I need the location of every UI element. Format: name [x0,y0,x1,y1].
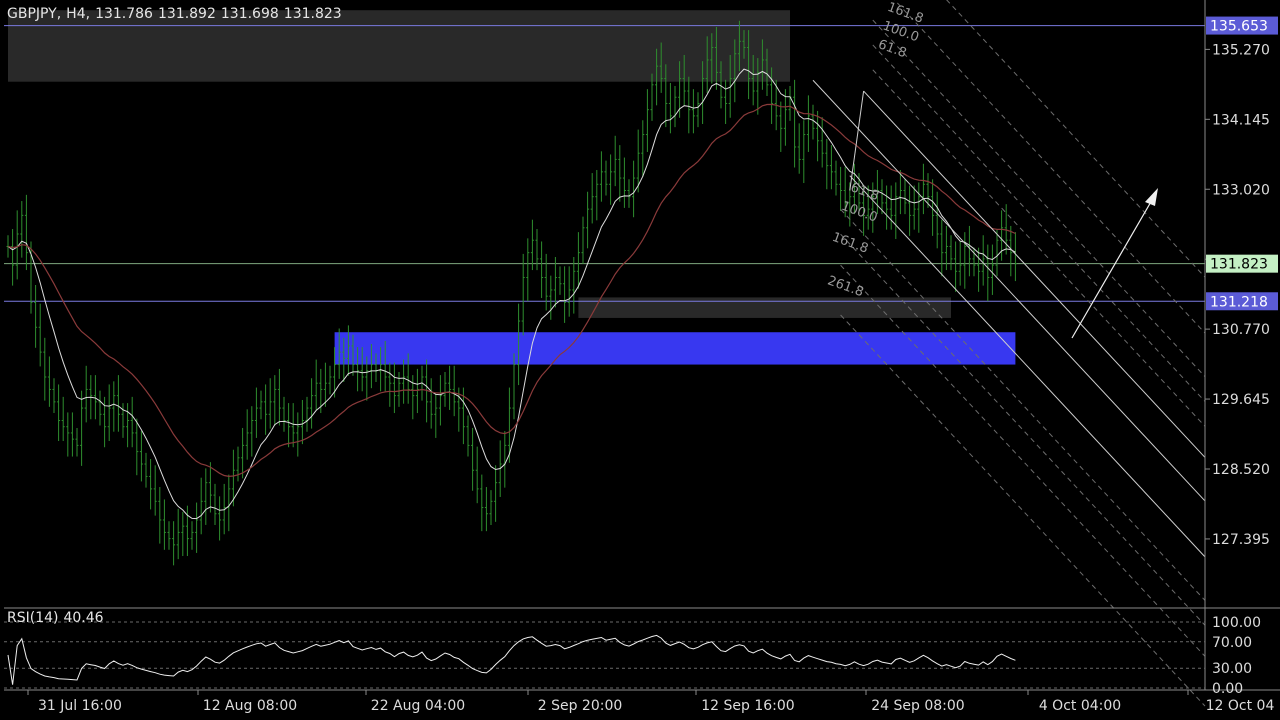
x-tick-label: 31 Jul 16:00 [38,698,122,714]
rsi-tick-label: 30.00 [1212,661,1252,677]
low-price: 131.698 [220,6,279,22]
y-tick-label: 130.770 [1212,322,1270,338]
symbol-label: GBPJPY, [7,6,62,22]
chart-header: GBPJPY, H4, 131.786 131.892 131.698 131.823 [7,6,347,22]
fib-label: 261.8 [825,273,865,300]
open-price: 131.786 [95,6,153,22]
x-tick-label: 12 Oct 04 [1206,698,1275,714]
channel-upper-line [863,90,1206,458]
price-line-label: 135.653 [1210,19,1268,35]
ma-fast-line [7,68,1016,520]
fib-line-lower [840,233,1206,626]
fib-line-upper [893,0,1206,334]
close-price: 131.823 [283,6,342,22]
channel-connector [849,90,865,191]
rsi-header: RSI(14) 40.46 [7,610,109,626]
x-tick-label: 24 Sep 08:00 [871,698,964,714]
y-tick-label: 133.020 [1212,182,1270,198]
channel-mid-line [812,79,1206,502]
fib-line-lower [840,314,1206,707]
projection-arrow-line [1071,199,1153,339]
projection-arrow-head [1145,188,1158,206]
price-chart[interactable]: 161.8100.061.861.8100.0161.8261.8135.270… [0,0,1280,720]
rsi-line [7,634,1016,685]
fib-line-lower [840,264,1206,657]
rsi-value: 40.46 [63,610,104,626]
x-tick-label: 4 Oct 04:00 [1039,698,1121,714]
rsi-tick-label: 70.00 [1212,635,1252,651]
y-tick-label: 135.270 [1212,42,1270,58]
fib-label: 61.8 [848,180,880,204]
y-tick-label: 127.395 [1212,532,1270,548]
x-tick-label: 12 Aug 08:00 [203,698,297,714]
fib-line-upper [946,0,1206,278]
price-line-label: 131.218 [1210,294,1268,310]
zone-demand [334,332,1016,365]
rsi-tick-label: 0.00 [1212,681,1243,697]
timeframe-label: H4, [66,6,91,22]
rsi-tick-label: 100.00 [1212,615,1261,631]
current-price-label: 131.823 [1210,257,1268,273]
fib-line-upper [872,69,1206,427]
y-tick-label: 129.645 [1212,392,1270,408]
y-tick-label: 134.145 [1212,112,1270,128]
x-tick-label: 22 Aug 04:00 [371,698,465,714]
high-price: 131.892 [157,6,216,22]
fib-label: 161.8 [830,230,870,257]
ma-slow-line [7,103,1016,478]
zone-gray [578,297,951,318]
x-tick-label: 12 Sep 16:00 [701,698,794,714]
y-tick-label: 128.520 [1212,462,1270,478]
channel-lower-line [849,175,1206,558]
rsi-label: RSI(14) [7,610,59,626]
fib-line-lower [840,208,1206,601]
x-tick-label: 2 Sep 20:00 [538,698,623,714]
